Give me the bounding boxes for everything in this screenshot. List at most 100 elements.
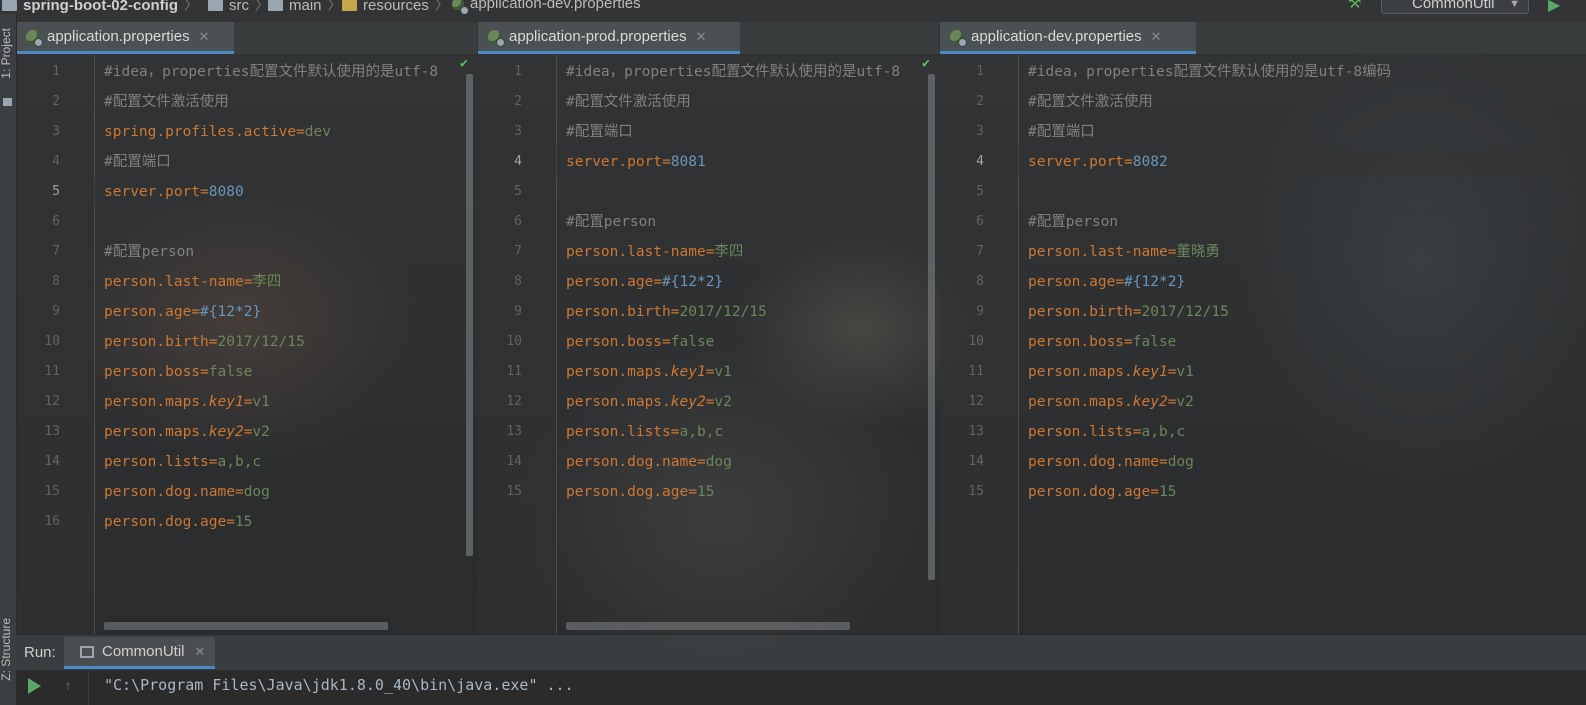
- code-line[interactable]: 12 person.maps.key2=v2: [478, 387, 939, 417]
- code-line[interactable]: 3 #配置端口: [940, 117, 1586, 147]
- close-icon[interactable]: ✕: [1151, 29, 1162, 45]
- inspection-ok-icon[interactable]: ✔: [460, 56, 468, 71]
- tab-application-dev-properties[interactable]: application-dev.properties ✕: [940, 22, 1196, 54]
- code-line[interactable]: 6 #配置person: [478, 207, 939, 237]
- code-area[interactable]: 1 #idea，properties配置文件默认使用的是utf-8 2 #配置文件激活…: [478, 55, 939, 634]
- code-line[interactable]: 5 server.port=8080: [16, 177, 477, 207]
- breadcrumb-file[interactable]: application-dev.properties: [452, 0, 641, 14]
- code-line[interactable]: 13 person.lists=a,b,c: [940, 417, 1586, 447]
- line-number[interactable]: 12: [940, 387, 984, 417]
- line-number[interactable]: 12: [16, 387, 60, 417]
- code-line[interactable]: 15 person.dog.name=dog: [16, 477, 477, 507]
- code-line[interactable]: 12 person.maps.key2=v2: [940, 387, 1586, 417]
- horizontal-scrollbar[interactable]: [104, 622, 388, 630]
- code-line[interactable]: 14 person.lists=a,b,c: [16, 447, 477, 477]
- line-number[interactable]: 10: [940, 327, 984, 357]
- rerun-play-icon[interactable]: [28, 678, 41, 694]
- line-number[interactable]: 15: [478, 477, 522, 507]
- code-line[interactable]: 15 person.dog.age=15: [940, 477, 1586, 507]
- code-line[interactable]: 12 person.maps.key1=v1: [16, 387, 477, 417]
- breadcrumb-src[interactable]: src 〉: [208, 0, 269, 14]
- line-number[interactable]: 8: [478, 267, 522, 297]
- line-number[interactable]: 4: [478, 147, 522, 177]
- run-configuration-select[interactable]: CommonUtil ▼: [1381, 0, 1529, 14]
- line-number[interactable]: 5: [478, 177, 522, 207]
- line-number[interactable]: 9: [478, 297, 522, 327]
- line-number[interactable]: 8: [16, 267, 60, 297]
- run-icon[interactable]: ▶: [1548, 0, 1560, 14]
- code-line[interactable]: 6 #配置person: [940, 207, 1586, 237]
- line-number[interactable]: 1: [16, 57, 60, 87]
- breadcrumb-resources[interactable]: resources 〉: [342, 0, 449, 14]
- code-line[interactable]: 2 #配置文件激活使用: [16, 87, 477, 117]
- line-number[interactable]: 3: [16, 117, 60, 147]
- line-number[interactable]: 3: [940, 117, 984, 147]
- code-line[interactable]: 7 #配置person: [16, 237, 477, 267]
- code-line[interactable]: 10 person.boss=false: [478, 327, 939, 357]
- line-number[interactable]: 13: [478, 417, 522, 447]
- line-number[interactable]: 10: [16, 327, 60, 357]
- line-number[interactable]: 7: [478, 237, 522, 267]
- line-number[interactable]: 15: [940, 477, 984, 507]
- code-line[interactable]: 5: [478, 177, 939, 207]
- line-number[interactable]: 9: [16, 297, 60, 327]
- code-line[interactable]: 8 person.last-name=李四: [16, 267, 477, 297]
- vertical-scrollbar[interactable]: [928, 74, 935, 580]
- code-line[interactable]: 8 person.age=#{12*2}: [478, 267, 939, 297]
- structure-tool-button[interactable]: Z: Structure: [0, 618, 17, 681]
- close-icon[interactable]: ✕: [199, 29, 210, 45]
- line-number[interactable]: 6: [478, 207, 522, 237]
- line-number[interactable]: 14: [478, 447, 522, 477]
- code-line[interactable]: 13 person.lists=a,b,c: [478, 417, 939, 447]
- line-number[interactable]: 5: [16, 177, 60, 207]
- code-line[interactable]: 9 person.age=#{12*2}: [16, 297, 477, 327]
- code-line[interactable]: 16 person.dog.age=15: [16, 507, 477, 537]
- code-line[interactable]: 7 person.last-name=李四: [478, 237, 939, 267]
- code-line[interactable]: 3 spring.profiles.active=dev: [16, 117, 477, 147]
- line-number[interactable]: 10: [478, 327, 522, 357]
- line-number[interactable]: 4: [940, 147, 984, 177]
- code-line[interactable]: 1 #idea，properties配置文件默认使用的是utf-8: [478, 57, 939, 87]
- line-number[interactable]: 2: [478, 87, 522, 117]
- code-line[interactable]: 1 #idea，properties配置文件默认使用的是utf-8编码: [940, 57, 1586, 87]
- close-icon[interactable]: ✕: [696, 29, 707, 45]
- line-number[interactable]: 15: [16, 477, 60, 507]
- code-line[interactable]: 9 person.birth=2017/12/15: [940, 297, 1586, 327]
- line-number[interactable]: 1: [478, 57, 522, 87]
- project-tool-button[interactable]: 1: Project: [0, 28, 17, 79]
- line-number[interactable]: 13: [16, 417, 60, 447]
- line-number[interactable]: 16: [16, 507, 60, 537]
- code-line[interactable]: 4 server.port=8081: [478, 147, 939, 177]
- line-number[interactable]: 14: [16, 447, 60, 477]
- code-line[interactable]: 11 person.boss=false: [16, 357, 477, 387]
- line-number[interactable]: 12: [478, 387, 522, 417]
- line-number[interactable]: 2: [16, 87, 60, 117]
- code-line[interactable]: 5: [940, 177, 1586, 207]
- code-line[interactable]: 2 #配置文件激活使用: [940, 87, 1586, 117]
- line-number[interactable]: 6: [16, 207, 60, 237]
- code-area[interactable]: 1 #idea，properties配置文件默认使用的是utf-8编码 2 #配置文件…: [940, 55, 1586, 634]
- line-number[interactable]: 11: [16, 357, 60, 387]
- code-line[interactable]: 14 person.dog.name=dog: [478, 447, 939, 477]
- code-line[interactable]: 3 #配置端口: [478, 117, 939, 147]
- inspection-ok-icon[interactable]: ✔: [922, 56, 930, 71]
- line-number[interactable]: 5: [940, 177, 984, 207]
- line-number[interactable]: 11: [940, 357, 984, 387]
- code-line[interactable]: 8 person.age=#{12*2}: [940, 267, 1586, 297]
- tab-application-prod-properties[interactable]: application-prod.properties ✕: [478, 22, 740, 54]
- vertical-scrollbar[interactable]: [466, 74, 473, 556]
- code-line[interactable]: 6: [16, 207, 477, 237]
- code-line[interactable]: 9 person.birth=2017/12/15: [478, 297, 939, 327]
- arrow-up-icon[interactable]: ↑: [64, 678, 72, 694]
- code-line[interactable]: 10 person.boss=false: [940, 327, 1586, 357]
- horizontal-scrollbar[interactable]: [566, 622, 850, 630]
- code-line[interactable]: 7 person.last-name=董晓勇: [940, 237, 1586, 267]
- line-number[interactable]: 9: [940, 297, 984, 327]
- code-line[interactable]: 2 #配置文件激活使用: [478, 87, 939, 117]
- line-number[interactable]: 14: [940, 447, 984, 477]
- code-line[interactable]: 1 #idea，properties配置文件默认使用的是utf-8: [16, 57, 477, 87]
- code-line[interactable]: 14 person.dog.name=dog: [940, 447, 1586, 477]
- line-number[interactable]: 13: [940, 417, 984, 447]
- line-number[interactable]: 11: [478, 357, 522, 387]
- run-tab-commonutil[interactable]: CommonUtil ✕: [64, 637, 216, 669]
